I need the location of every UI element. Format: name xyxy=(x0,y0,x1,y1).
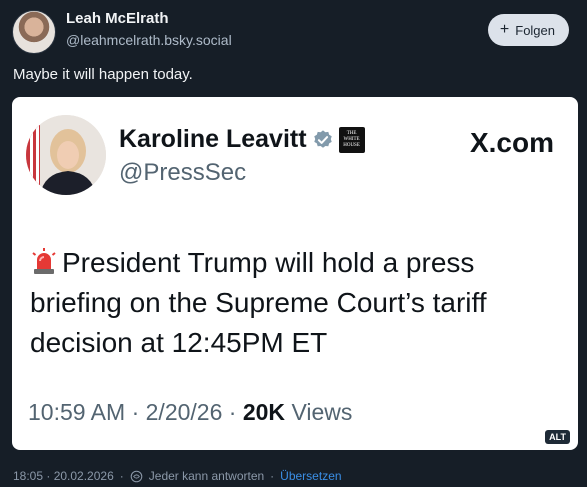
reply-setting-icon xyxy=(130,470,143,482)
post-footer: 18:05 · 20.02.2026 · Jeder kann antworte… xyxy=(13,469,342,483)
embed-author-row: Karoline Leavitt THE WHITE HOUSE xyxy=(119,125,365,154)
embed-text-block: President Trump will hold a press briefi… xyxy=(30,243,550,363)
author-handle[interactable]: @leahmcelrath.bsky.social xyxy=(66,32,232,48)
embedded-image[interactable]: Karoline Leavitt THE WHITE HOUSE @PressS… xyxy=(12,97,578,450)
plus-icon: + xyxy=(499,21,510,38)
embed-views-label: Views xyxy=(291,399,353,425)
reply-setting-label: Jeder kann antworten xyxy=(148,469,265,483)
badge-line-3: HOUSE xyxy=(343,142,360,148)
post-text: Maybe it will happen today. xyxy=(13,66,193,83)
follow-label: Folgen xyxy=(515,22,555,38)
source-logo: X.com xyxy=(469,127,554,158)
alt-text-badge[interactable]: ALT xyxy=(545,430,570,444)
meta-separator: · xyxy=(131,399,146,425)
embed-avatar xyxy=(26,115,106,195)
follow-button[interactable]: + Folgen xyxy=(487,14,569,46)
meta-separator: · xyxy=(228,399,243,425)
embed-views-count: 20K xyxy=(242,399,286,425)
embed-date: 2/20/26 xyxy=(145,399,223,425)
embed-author-handle: @PressSec xyxy=(119,159,247,186)
post-timestamp[interactable]: 18:05 · 20.02.2026 xyxy=(13,469,114,483)
police-light-icon xyxy=(32,248,56,274)
author-name[interactable]: Leah McElrath xyxy=(66,10,169,27)
translate-link[interactable]: Übersetzen xyxy=(280,469,341,483)
post-header: Leah McElrath @leahmcelrath.bsky.social … xyxy=(12,8,575,54)
embed-text: President Trump will hold a press briefi… xyxy=(30,247,487,358)
footer-separator: · xyxy=(119,469,124,483)
embed-author-name: Karoline Leavitt xyxy=(119,125,307,153)
embed-meta: 10:59 AM · 2/20/26 · 20K Views xyxy=(28,399,352,426)
author-avatar[interactable] xyxy=(12,10,56,54)
white-house-badge-icon: THE WHITE HOUSE xyxy=(338,126,365,153)
embed-time: 10:59 AM xyxy=(28,399,126,425)
footer-separator: · xyxy=(270,469,275,483)
verified-badge-icon xyxy=(313,129,332,148)
